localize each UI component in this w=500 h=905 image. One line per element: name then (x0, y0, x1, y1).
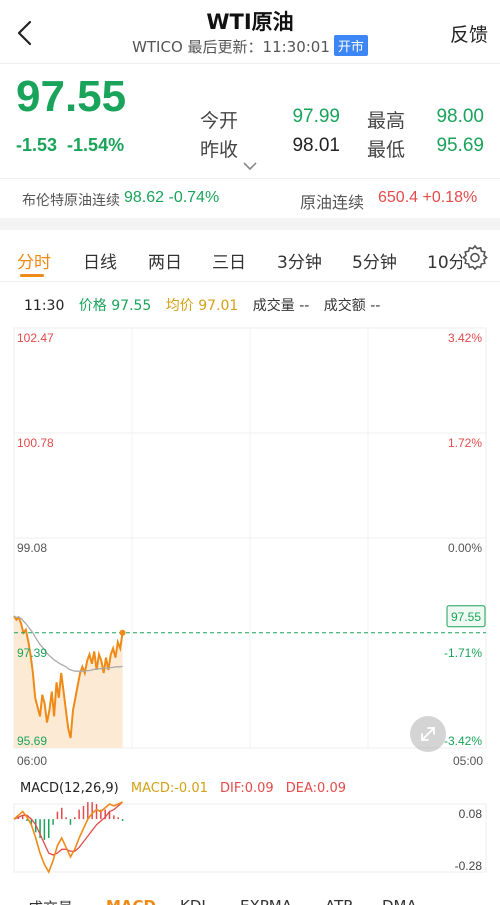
crude-continuous-label: 原油连续 (300, 193, 365, 212)
high-label: 最高 (367, 110, 406, 132)
prev-close-value: 98.01 (292, 135, 340, 156)
expand-arrows-icon (421, 727, 435, 741)
current-price: 97.55 (16, 72, 127, 121)
info-amount: 成交额 -- (323, 298, 381, 314)
y-axis-left-tick: 95.69 (17, 734, 47, 748)
low-label: 最低 (367, 139, 406, 161)
crude-continuous-value: 650.4 +0.18% (378, 189, 478, 206)
open-label: 今开 (200, 110, 239, 132)
indicator-tab-dma[interactable]: DMA (382, 897, 417, 905)
chart-info-row: 11:30 价格 97.55 均价 97.01 成交量 -- 成交额 -- (24, 295, 390, 315)
macd-dif-line (13, 801, 123, 874)
divider (0, 178, 500, 179)
info-volume: 成交量 -- (252, 298, 310, 314)
period-tabs: 分时 日线 两日 三日 3分钟 5分钟 10分钟 (0, 238, 500, 282)
indicator-tab-volume[interactable]: 成交量 (28, 897, 73, 905)
macd-chart[interactable]: 0.08 -0.28 (0, 798, 500, 888)
y-axis-right-tick: 3.42% (448, 331, 482, 345)
x-axis-end-label: 05:00 (453, 754, 483, 768)
market-status-badge: 开市 (333, 35, 368, 56)
macd-dea-line (13, 801, 123, 856)
header-bar: WTI原油 WTICO 最后更新：11:30:01 开市 反馈 (0, 0, 500, 64)
macd-dea: DEA:0.09 (285, 781, 346, 796)
macd-info-row: MACD(12,26,9) MACD:-0.01 DIF:0.09 DEA:0.… (20, 781, 354, 796)
tab-three-day[interactable]: 三日 (212, 248, 246, 273)
high-value: 98.00 (436, 106, 484, 127)
open-value: 97.99 (292, 106, 340, 127)
last-update-text: WTICO 最后更新：11:30:01 (132, 38, 330, 56)
y-axis-right-tick: -1.71% (444, 646, 482, 660)
indicator-tab-kdj[interactable]: KDJ (180, 897, 206, 905)
fullscreen-button[interactable] (410, 716, 446, 752)
related-contracts[interactable]: 布伦特原油连续 98.62 -0.74% 原油连续 650.4 +0.18% (0, 180, 500, 218)
y-axis-left-tick: 100.78 (17, 436, 54, 450)
indicator-tab-macd[interactable]: MACD (106, 897, 156, 905)
tab-daily[interactable]: 日线 (83, 248, 117, 273)
current-price-tag-label: 97.55 (451, 610, 481, 624)
indicator-tabs: 成交量 MACD KDJ EXPMA ATR DMA (0, 893, 500, 905)
y-axis-right-tick: 0.00% (448, 541, 482, 555)
gear-icon[interactable] (462, 244, 488, 270)
y-axis-right-tick: -3.42% (444, 734, 482, 748)
brent-value: 98.62 -0.74% (124, 189, 220, 206)
tab-3min[interactable]: 3分钟 (277, 248, 322, 273)
change-value: -1.53 (16, 135, 58, 155)
change-percent: -1.54% (67, 135, 125, 155)
low-value: 95.69 (436, 135, 484, 156)
current-price-dot (119, 629, 126, 636)
y-axis-right-tick: 1.72% (448, 436, 482, 450)
macd-value: MACD:-0.01 (130, 781, 208, 796)
prev-close-label: 昨收 (200, 139, 239, 161)
info-avg-price: 均价 97.01 (165, 298, 239, 314)
macd-y-bottom-label: -0.28 (455, 859, 483, 873)
tab-intraday[interactable]: 分时 (17, 248, 51, 273)
y-axis-left-tick: 102.47 (17, 331, 54, 345)
indicator-tab-atr[interactable]: ATR (325, 897, 354, 905)
x-axis-start-label: 06:00 (17, 754, 47, 768)
active-tab-indicator (20, 274, 44, 277)
intraday-price-chart[interactable]: 102.47 100.78 99.08 97.39 95.69 3.42% 1.72% 0.0… (0, 318, 500, 774)
y-axis-left-tick: 99.08 (17, 541, 47, 555)
tab-two-day[interactable]: 两日 (148, 248, 182, 273)
macd-y-top-label: 0.08 (459, 807, 483, 821)
macd-dif: DIF:0.09 (220, 781, 274, 796)
info-price: 价格 97.55 (78, 298, 152, 314)
section-separator (0, 218, 500, 230)
macd-frame (13, 803, 487, 873)
macd-params: MACD(12,26,9) (20, 781, 119, 796)
feedback-button[interactable]: 反馈 (450, 20, 488, 47)
price-change: -1.53 -1.54% (16, 135, 124, 156)
expand-chevron-icon[interactable] (242, 160, 258, 172)
page-subtitle: WTICO 最后更新：11:30:01 开市 (0, 35, 500, 57)
tab-5min[interactable]: 5分钟 (352, 248, 397, 273)
brent-label: 布伦特原油连续 (22, 193, 120, 209)
page-title: WTI原油 (206, 10, 294, 34)
y-axis-left-tick: 97.39 (17, 646, 47, 660)
indicator-tab-expma[interactable]: EXPMA (240, 897, 292, 905)
info-time: 11:30 (24, 298, 65, 314)
